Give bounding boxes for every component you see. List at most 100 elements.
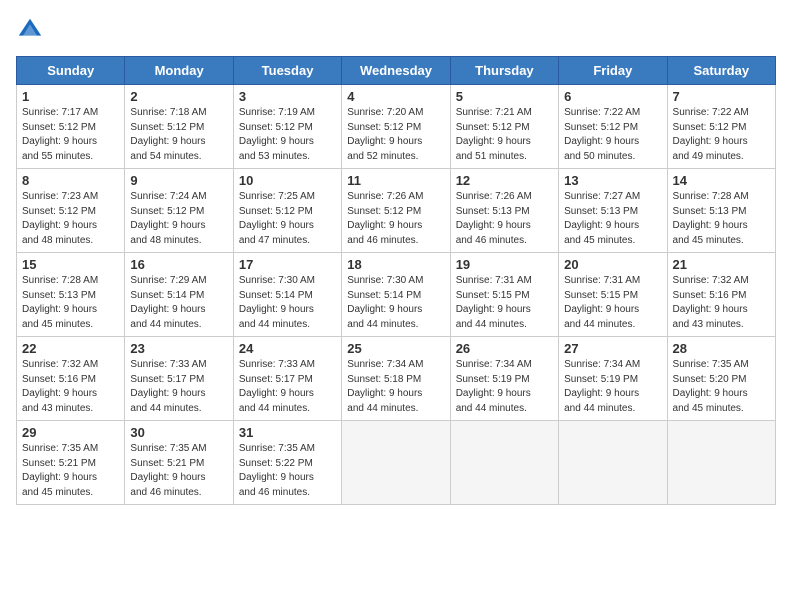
calendar-day: 26 Sunrise: 7:34 AM Sunset: 5:19 PM Dayli… [450, 337, 558, 421]
day-info: Sunrise: 7:35 AM Sunset: 5:22 PM Dayligh… [239, 442, 336, 500]
day-info: Sunrise: 7:21 AM Sunset: 5:12 PM Dayligh… [456, 106, 553, 164]
weekday-header: Wednesday [342, 57, 450, 85]
day-info: Sunrise: 7:30 AM Sunset: 5:14 PM Dayligh… [239, 274, 336, 332]
day-number: 18 [347, 257, 444, 272]
calendar-day: 12 Sunrise: 7:26 AM Sunset: 5:13 PM Dayli… [450, 169, 558, 253]
calendar-day: 6 Sunrise: 7:22 AM Sunset: 5:12 PM Daylig… [559, 85, 667, 169]
day-number: 3 [239, 89, 336, 104]
day-number: 19 [456, 257, 553, 272]
logo [16, 16, 48, 44]
weekday-header: Friday [559, 57, 667, 85]
empty-day [450, 421, 558, 505]
weekday-header: Tuesday [233, 57, 341, 85]
logo-icon [16, 16, 44, 44]
day-number: 29 [22, 425, 119, 440]
day-number: 2 [130, 89, 227, 104]
day-info: Sunrise: 7:34 AM Sunset: 5:19 PM Dayligh… [456, 358, 553, 416]
day-number: 25 [347, 341, 444, 356]
day-number: 13 [564, 173, 661, 188]
day-info: Sunrise: 7:18 AM Sunset: 5:12 PM Dayligh… [130, 106, 227, 164]
calendar-day: 16 Sunrise: 7:29 AM Sunset: 5:14 PM Dayli… [125, 253, 233, 337]
calendar-day: 24 Sunrise: 7:33 AM Sunset: 5:17 PM Dayli… [233, 337, 341, 421]
calendar-day: 5 Sunrise: 7:21 AM Sunset: 5:12 PM Daylig… [450, 85, 558, 169]
day-number: 10 [239, 173, 336, 188]
empty-day [667, 421, 775, 505]
calendar-day: 28Sunrise: 7:35 AM Sunset: 5:20 PM Dayli… [667, 337, 775, 421]
day-info: Sunrise: 7:28 AM Sunset: 5:13 PM Dayligh… [673, 190, 770, 248]
day-number: 26 [456, 341, 553, 356]
calendar-day: 27Sunrise: 7:34 AM Sunset: 5:19 PM Dayli… [559, 337, 667, 421]
day-info: Sunrise: 7:33 AM Sunset: 5:17 PM Dayligh… [130, 358, 227, 416]
calendar-day: 31 Sunrise: 7:35 AM Sunset: 5:22 PM Dayli… [233, 421, 341, 505]
weekday-header: Thursday [450, 57, 558, 85]
day-number: 15 [22, 257, 119, 272]
day-info: Sunrise: 7:30 AM Sunset: 5:14 PM Dayligh… [347, 274, 444, 332]
day-number: 12 [456, 173, 553, 188]
empty-day [342, 421, 450, 505]
day-info: Sunrise: 7:25 AM Sunset: 5:12 PM Dayligh… [239, 190, 336, 248]
calendar-day: 7 Sunrise: 7:22 AM Sunset: 5:12 PM Daylig… [667, 85, 775, 169]
day-number: 24 [239, 341, 336, 356]
day-number: 1 [22, 89, 119, 104]
day-info: Sunrise: 7:31 AM Sunset: 5:15 PM Dayligh… [456, 274, 553, 332]
day-info: Sunrise: 7:22 AM Sunset: 5:12 PM Dayligh… [564, 106, 661, 164]
day-info: Sunrise: 7:34 AM Sunset: 5:19 PM Dayligh… [564, 358, 661, 416]
day-number: 21 [673, 257, 770, 272]
calendar-day: 3 Sunrise: 7:19 AM Sunset: 5:12 PM Daylig… [233, 85, 341, 169]
calendar-day: 30 Sunrise: 7:35 AM Sunset: 5:21 PM Dayli… [125, 421, 233, 505]
calendar-day: 17 Sunrise: 7:30 AM Sunset: 5:14 PM Dayli… [233, 253, 341, 337]
day-number: 6 [564, 89, 661, 104]
page-header [16, 16, 776, 44]
calendar-day: 10 Sunrise: 7:25 AM Sunset: 5:12 PM Dayli… [233, 169, 341, 253]
day-info: Sunrise: 7:17 AM Sunset: 5:12 PM Dayligh… [22, 106, 119, 164]
weekday-header: Saturday [667, 57, 775, 85]
day-number: 28 [673, 341, 770, 356]
day-info: Sunrise: 7:22 AM Sunset: 5:12 PM Dayligh… [673, 106, 770, 164]
calendar-day: 1 Sunrise: 7:17 AM Sunset: 5:12 PM Daylig… [17, 85, 125, 169]
day-number: 7 [673, 89, 770, 104]
calendar-day: 11 Sunrise: 7:26 AM Sunset: 5:12 PM Dayli… [342, 169, 450, 253]
day-info: Sunrise: 7:35 AM Sunset: 5:21 PM Dayligh… [130, 442, 227, 500]
day-number: 31 [239, 425, 336, 440]
day-info: Sunrise: 7:34 AM Sunset: 5:18 PM Dayligh… [347, 358, 444, 416]
calendar-day: 21 Sunrise: 7:32 AM Sunset: 5:16 PM Dayli… [667, 253, 775, 337]
day-info: Sunrise: 7:28 AM Sunset: 5:13 PM Dayligh… [22, 274, 119, 332]
calendar-day: 8 Sunrise: 7:23 AM Sunset: 5:12 PM Daylig… [17, 169, 125, 253]
day-info: Sunrise: 7:32 AM Sunset: 5:16 PM Dayligh… [673, 274, 770, 332]
day-info: Sunrise: 7:23 AM Sunset: 5:12 PM Dayligh… [22, 190, 119, 248]
calendar-day: 15 Sunrise: 7:28 AM Sunset: 5:13 PM Dayli… [17, 253, 125, 337]
calendar-day: 20Sunrise: 7:31 AM Sunset: 5:15 PM Dayli… [559, 253, 667, 337]
day-info: Sunrise: 7:29 AM Sunset: 5:14 PM Dayligh… [130, 274, 227, 332]
day-info: Sunrise: 7:26 AM Sunset: 5:13 PM Dayligh… [456, 190, 553, 248]
calendar-day: 14 Sunrise: 7:28 AM Sunset: 5:13 PM Dayli… [667, 169, 775, 253]
day-info: Sunrise: 7:35 AM Sunset: 5:21 PM Dayligh… [22, 442, 119, 500]
weekday-header: Sunday [17, 57, 125, 85]
day-info: Sunrise: 7:33 AM Sunset: 5:17 PM Dayligh… [239, 358, 336, 416]
day-number: 4 [347, 89, 444, 104]
day-number: 11 [347, 173, 444, 188]
day-number: 5 [456, 89, 553, 104]
day-info: Sunrise: 7:31 AM Sunset: 5:15 PM Dayligh… [564, 274, 661, 332]
calendar-day: 4 Sunrise: 7:20 AM Sunset: 5:12 PM Daylig… [342, 85, 450, 169]
day-number: 22 [22, 341, 119, 356]
empty-day [559, 421, 667, 505]
day-info: Sunrise: 7:24 AM Sunset: 5:12 PM Dayligh… [130, 190, 227, 248]
day-number: 8 [22, 173, 119, 188]
day-number: 9 [130, 173, 227, 188]
calendar: SundayMondayTuesdayWednesdayThursdayFrid… [16, 56, 776, 505]
day-number: 14 [673, 173, 770, 188]
day-info: Sunrise: 7:32 AM Sunset: 5:16 PM Dayligh… [22, 358, 119, 416]
day-number: 17 [239, 257, 336, 272]
day-info: Sunrise: 7:20 AM Sunset: 5:12 PM Dayligh… [347, 106, 444, 164]
day-number: 16 [130, 257, 227, 272]
calendar-day: 13Sunrise: 7:27 AM Sunset: 5:13 PM Dayli… [559, 169, 667, 253]
calendar-day: 9 Sunrise: 7:24 AM Sunset: 5:12 PM Daylig… [125, 169, 233, 253]
calendar-day: 29 Sunrise: 7:35 AM Sunset: 5:21 PM Dayli… [17, 421, 125, 505]
day-number: 30 [130, 425, 227, 440]
day-info: Sunrise: 7:26 AM Sunset: 5:12 PM Dayligh… [347, 190, 444, 248]
calendar-day: 19 Sunrise: 7:31 AM Sunset: 5:15 PM Dayli… [450, 253, 558, 337]
calendar-day: 23Sunrise: 7:33 AM Sunset: 5:17 PM Dayli… [125, 337, 233, 421]
calendar-day: 18 Sunrise: 7:30 AM Sunset: 5:14 PM Dayli… [342, 253, 450, 337]
day-info: Sunrise: 7:19 AM Sunset: 5:12 PM Dayligh… [239, 106, 336, 164]
weekday-header: Monday [125, 57, 233, 85]
